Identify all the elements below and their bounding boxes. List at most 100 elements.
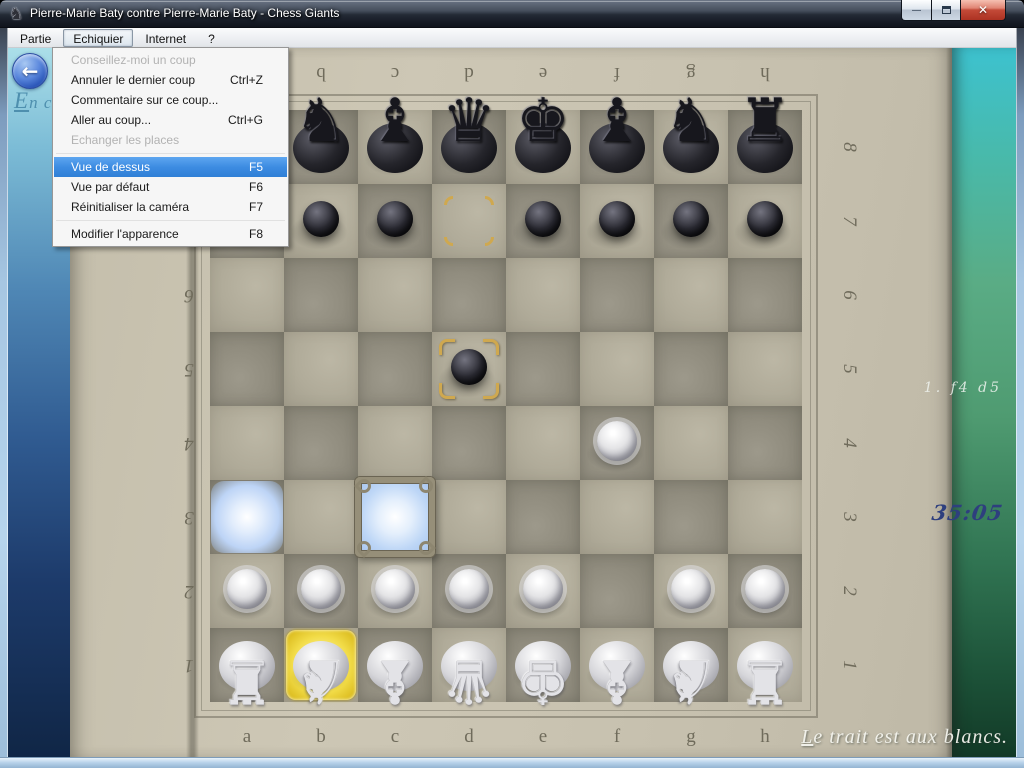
square-c5[interactable]: [358, 332, 432, 406]
square-a5[interactable]: [210, 332, 284, 406]
square-c6[interactable]: [358, 258, 432, 332]
square-b3[interactable]: [284, 480, 358, 554]
menu-item-commentaire-sur-ce-coup[interactable]: Commentaire sur ce coup...: [54, 90, 287, 110]
square-e5[interactable]: [506, 332, 580, 406]
square-f2[interactable]: [580, 554, 654, 628]
piece-white-queen-d1[interactable]: ♛: [432, 628, 506, 702]
square-d4[interactable]: [432, 406, 506, 480]
highlight-hover-c3[interactable]: [355, 477, 435, 557]
close-button[interactable]: ✕: [960, 0, 1006, 21]
menu-separator: [56, 153, 285, 154]
piece-white-king-e1[interactable]: ♚: [506, 628, 580, 702]
highlight-move-a3[interactable]: [211, 481, 283, 553]
piece-black-king-e8[interactable]: ♚: [506, 110, 580, 184]
minimize-button[interactable]: —: [901, 0, 931, 21]
last-move-target-d5: [432, 332, 506, 406]
square-g5[interactable]: [654, 332, 728, 406]
square-f5[interactable]: [580, 332, 654, 406]
piece-white-bishop-f1[interactable]: ♝: [580, 628, 654, 702]
file-label-bottom-h: h: [728, 724, 802, 750]
file-label-bottom-c: c: [358, 724, 432, 750]
white-pawn-sphere: [449, 569, 489, 609]
piece-black-pawn-b7[interactable]: [284, 184, 358, 258]
menubar-item-echiquier[interactable]: Echiquier: [63, 29, 133, 47]
piece-white-rook-h1[interactable]: ♜: [728, 628, 802, 702]
piece-black-pawn-e7[interactable]: [506, 184, 580, 258]
piece-white-rook-a1[interactable]: ♜: [210, 628, 284, 702]
piece-white-pawn-e2[interactable]: [506, 554, 580, 628]
white-pawn-sphere: [375, 569, 415, 609]
black-pawn-sphere: [303, 201, 339, 237]
piece-black-bishop-f8[interactable]: ♝: [580, 110, 654, 184]
king-glyph: ♚: [506, 644, 580, 718]
maximize-button[interactable]: [931, 0, 960, 21]
square-a4[interactable]: [210, 406, 284, 480]
titlebar[interactable]: ♞ Pierre-Marie Baty contre Pierre-Marie …: [0, 0, 1024, 28]
rank-label-right-4: 4: [812, 430, 886, 456]
piece-white-pawn-g2[interactable]: [654, 554, 728, 628]
square-f3[interactable]: [580, 480, 654, 554]
menubar-item-partie[interactable]: Partie: [10, 29, 61, 47]
rank-label-right-1: 1: [812, 652, 886, 678]
square-b6[interactable]: [284, 258, 358, 332]
piece-white-pawn-b2[interactable]: [284, 554, 358, 628]
square-g4[interactable]: [654, 406, 728, 480]
square-d3[interactable]: [432, 480, 506, 554]
piece-white-knight-g1[interactable]: ♞: [654, 628, 728, 702]
piece-black-pawn-f7[interactable]: [580, 184, 654, 258]
bishop-glyph: ♝: [580, 644, 654, 718]
back-button[interactable]: ←: [12, 53, 48, 89]
square-h3[interactable]: [728, 480, 802, 554]
queen-glyph: ♛: [432, 84, 506, 158]
menu-item-label: Modifier l'apparence: [71, 227, 179, 241]
rank-label-right-3: 3: [812, 504, 886, 530]
window-title: Pierre-Marie Baty contre Pierre-Marie Ba…: [30, 6, 339, 20]
square-f6[interactable]: [580, 258, 654, 332]
square-c4[interactable]: [358, 406, 432, 480]
rank-label-right-5: 5: [812, 356, 886, 382]
square-b5[interactable]: [284, 332, 358, 406]
queen-glyph: ♛: [432, 644, 506, 718]
piece-black-pawn-c7[interactable]: [358, 184, 432, 258]
square-e6[interactable]: [506, 258, 580, 332]
piece-white-bishop-c1[interactable]: ♝: [358, 628, 432, 702]
piece-white-pawn-d2[interactable]: [432, 554, 506, 628]
menu-item-label: Réinitialiser la caméra: [71, 200, 189, 214]
piece-black-pawn-h7[interactable]: [728, 184, 802, 258]
piece-black-rook-h8[interactable]: ♜: [728, 110, 802, 184]
piece-black-knight-g8[interactable]: ♞: [654, 110, 728, 184]
gold-bracket-icon: [483, 339, 499, 355]
piece-black-queen-d8[interactable]: ♛: [432, 110, 506, 184]
piece-black-bishop-c8[interactable]: ♝: [358, 110, 432, 184]
menu-item-vue-de-dessus[interactable]: Vue de dessusF5: [54, 157, 287, 177]
piece-black-pawn-g7[interactable]: [654, 184, 728, 258]
menu-item-vue-par-defaut[interactable]: Vue par défautF6: [54, 177, 287, 197]
square-a6[interactable]: [210, 258, 284, 332]
piece-black-knight-b8[interactable]: ♞: [284, 110, 358, 184]
black-pawn-sphere: [377, 201, 413, 237]
square-e3[interactable]: [506, 480, 580, 554]
piece-white-pawn-c2[interactable]: [358, 554, 432, 628]
square-b4[interactable]: [284, 406, 358, 480]
menu-item-aller-au-coup[interactable]: Aller au coup...Ctrl+G: [54, 110, 287, 130]
square-h4[interactable]: [728, 406, 802, 480]
menu-item-reinitialiser-la-camera[interactable]: Réinitialiser la caméraF7: [54, 197, 287, 217]
square-g6[interactable]: [654, 258, 728, 332]
menu-item-annuler-le-dernier-coup[interactable]: Annuler le dernier coupCtrl+Z: [54, 70, 287, 90]
white-pawn-sphere: [671, 569, 711, 609]
piece-white-knight-b1[interactable]: ♞: [284, 628, 358, 702]
menubar-item-help[interactable]: ?: [198, 29, 225, 47]
piece-white-pawn-a2[interactable]: [210, 554, 284, 628]
square-e4[interactable]: [506, 406, 580, 480]
square-h5[interactable]: [728, 332, 802, 406]
square-h6[interactable]: [728, 258, 802, 332]
square-g3[interactable]: [654, 480, 728, 554]
piece-white-pawn-f4[interactable]: [580, 406, 654, 480]
menu-item-shortcut: F5: [249, 157, 263, 177]
menu-item-modifier-apparence[interactable]: Modifier l'apparenceF8: [54, 224, 287, 244]
piece-white-pawn-h2[interactable]: [728, 554, 802, 628]
menu-item-label: Conseillez-moi un coup: [71, 53, 196, 67]
gold-bracket-icon: [439, 383, 455, 399]
square-d6[interactable]: [432, 258, 506, 332]
menubar-item-internet[interactable]: Internet: [135, 29, 196, 47]
